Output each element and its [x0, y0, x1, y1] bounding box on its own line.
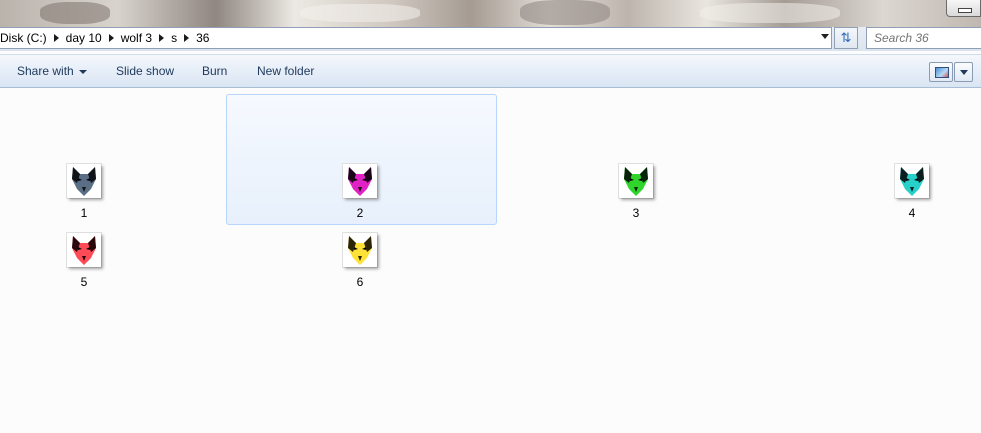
address-row: Disk (C:) day 10 wolf 3 s 36 ⇅	[0, 27, 981, 51]
thumbnail	[343, 233, 377, 267]
wolf-head-icon	[72, 236, 96, 265]
title-blur	[520, 0, 610, 25]
breadcrumb-label: Disk (C:)	[0, 31, 47, 45]
change-view-button[interactable]	[929, 62, 953, 82]
chevron-down-icon	[78, 69, 87, 74]
address-history-dropdown[interactable]	[821, 34, 829, 39]
breadcrumb-label: day 10	[65, 31, 102, 45]
title-bar	[0, 0, 981, 27]
thumbnail	[343, 164, 377, 198]
breadcrumb-wolf3[interactable]: wolf 3	[117, 28, 167, 48]
breadcrumb-disk[interactable]: Disk (C:)	[0, 28, 62, 48]
wolf-head-icon	[900, 167, 924, 196]
refresh-icon: ⇅	[840, 30, 852, 45]
chevron-right-icon[interactable]	[108, 34, 114, 42]
file-item[interactable]: 4	[852, 164, 972, 220]
breadcrumb-label: wolf 3	[120, 31, 153, 45]
breadcrumb-s[interactable]: s	[167, 28, 192, 48]
breadcrumb-label: 36	[196, 31, 210, 45]
address-bar[interactable]: Disk (C:) day 10 wolf 3 s 36	[0, 27, 832, 49]
command-bar: Share with Slide show Burn New folder	[0, 54, 981, 88]
file-name: 4	[908, 206, 916, 220]
file-name: 2	[356, 206, 364, 220]
breadcrumb-36[interactable]: 36	[192, 28, 214, 48]
file-item[interactable]: 5	[24, 233, 144, 289]
chevron-right-icon[interactable]	[53, 34, 59, 42]
refresh-button[interactable]: ⇅	[834, 27, 858, 49]
thumbnail	[67, 233, 101, 267]
wolf-head-icon	[624, 167, 648, 196]
file-name: 5	[80, 275, 88, 289]
chevron-right-icon[interactable]	[159, 34, 165, 42]
wolf-head-icon	[72, 167, 96, 196]
new-folder-button[interactable]: New folder	[257, 64, 314, 78]
thumbnail	[895, 164, 929, 198]
thumbnail	[67, 164, 101, 198]
title-blur	[40, 2, 110, 24]
burn-button[interactable]: Burn	[202, 64, 227, 78]
breadcrumb-day10[interactable]: day 10	[62, 28, 117, 48]
title-blur	[300, 4, 420, 22]
view-options-dropdown[interactable]	[954, 62, 973, 82]
share-with-button[interactable]: Share with	[17, 64, 87, 78]
share-with-label: Share with	[17, 64, 74, 78]
file-item[interactable]: 1	[24, 164, 144, 220]
minimize-button[interactable]	[946, 0, 981, 17]
file-item[interactable]: 3	[576, 164, 696, 220]
file-name: 6	[356, 275, 364, 289]
slide-show-button[interactable]: Slide show	[116, 64, 174, 78]
search-input[interactable]	[866, 27, 981, 49]
file-name: 3	[632, 206, 640, 220]
wolf-head-icon	[348, 236, 372, 265]
thumbnail	[619, 164, 653, 198]
file-item[interactable]: 6	[300, 233, 420, 289]
file-name: 1	[80, 206, 88, 220]
title-blur	[700, 3, 840, 23]
wolf-head-icon	[348, 167, 372, 196]
change-view-icon	[935, 67, 949, 78]
file-item[interactable]: 2	[300, 164, 420, 220]
breadcrumb-label: s	[171, 31, 178, 45]
file-list[interactable]: 1 2 3 4 5 6	[0, 88, 981, 433]
chevron-right-icon[interactable]	[184, 34, 190, 42]
